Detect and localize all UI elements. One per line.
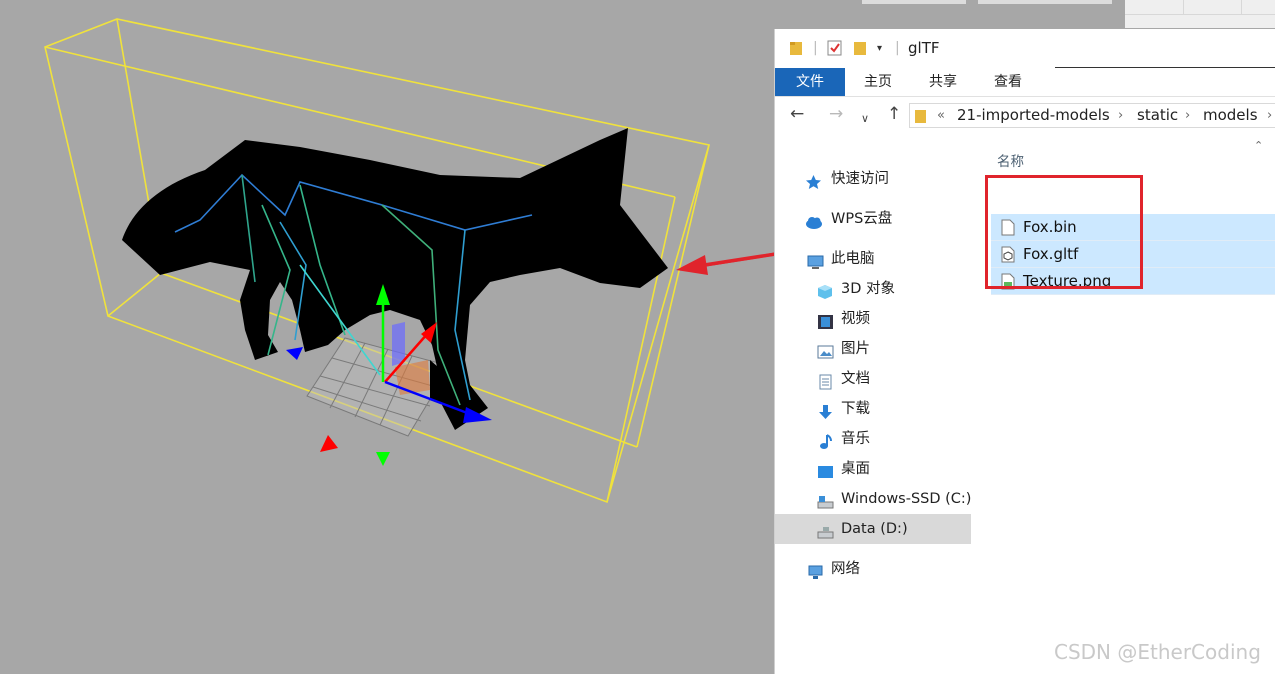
chevron-right-icon[interactable]: ›: [1185, 104, 1190, 127]
back-arrow-icon[interactable]: ←: [790, 106, 804, 123]
nav-item-wps-cloud[interactable]: WPS云盘: [775, 204, 971, 234]
star-icon: [805, 171, 822, 189]
watermark: CSDN @EtherCoding: [1054, 640, 1261, 664]
ribbon-divider: [1055, 67, 1275, 68]
chevron-right-icon[interactable]: ›: [1267, 104, 1272, 127]
address-overflow[interactable]: «: [937, 104, 945, 127]
chevron-right-icon[interactable]: ›: [1118, 104, 1123, 127]
navigation-bar: ← → ∨ ↑ « 21-imported-models › static › …: [775, 98, 1275, 132]
music-icon: [817, 431, 834, 449]
nav-item-network[interactable]: 网络: [775, 554, 971, 584]
separator: |: [813, 40, 818, 56]
nav-item-music[interactable]: 音乐: [775, 424, 971, 454]
tab-home[interactable]: 主页: [845, 68, 911, 96]
tab-file[interactable]: 文件: [775, 68, 845, 96]
nav-item-downloads[interactable]: 下载: [775, 394, 971, 424]
chevron-up-icon[interactable]: ⌃: [1254, 139, 1263, 152]
nav-item-drive-d[interactable]: Data (D:): [775, 514, 971, 544]
breadcrumb-static[interactable]: static: [1137, 104, 1178, 127]
nav-item-3d-objects[interactable]: 3D 对象: [775, 274, 971, 304]
top-bar-segment: [862, 0, 966, 4]
nav-item-videos[interactable]: 视频: [775, 304, 971, 334]
cloud-icon: [805, 211, 822, 229]
download-icon: [817, 401, 834, 419]
top-right-panel: [1125, 0, 1275, 28]
file-explorer-window: | ▾ | glTF 文件 主页 共享 查看 ← → ∨ ↑ « 21-impo…: [774, 29, 1275, 674]
top-bar-segment: [978, 0, 1112, 4]
drive-icon: [817, 491, 834, 509]
computer-icon: [807, 251, 824, 269]
window-title: glTF: [908, 39, 940, 57]
column-header-name[interactable]: 名称: [997, 150, 1024, 170]
cube-icon: [817, 281, 834, 299]
3d-viewport[interactable]: [0, 0, 774, 674]
address-bar[interactable]: « 21-imported-models › static › models ›: [909, 103, 1275, 128]
nav-item-quick-access[interactable]: 快速访问: [775, 164, 971, 194]
picture-icon: [817, 341, 834, 359]
highlight-box: [985, 175, 1143, 289]
separator: |: [895, 40, 900, 56]
drive-icon: [817, 521, 834, 539]
ribbon-tabs: 文件 主页 共享 查看: [775, 68, 1275, 97]
customize-toolbar-icon[interactable]: ▾: [877, 43, 882, 54]
video-icon: [817, 311, 834, 329]
document-icon: [817, 371, 834, 390]
folder-icon: [789, 40, 803, 60]
properties-icon[interactable]: [827, 40, 843, 60]
up-arrow-icon[interactable]: ↑: [887, 106, 901, 123]
tab-share[interactable]: 共享: [911, 68, 975, 96]
desktop-icon: [817, 461, 834, 478]
nav-item-pictures[interactable]: 图片: [775, 334, 971, 364]
recent-dropdown-icon[interactable]: ∨: [861, 110, 869, 127]
title-bar: | ▾ | glTF: [775, 29, 1275, 67]
forward-arrow-icon[interactable]: →: [829, 106, 843, 123]
new-folder-icon[interactable]: [853, 40, 867, 60]
nav-item-documents[interactable]: 文档: [775, 364, 971, 394]
nav-item-desktop[interactable]: 桌面: [775, 454, 971, 484]
folder-icon: [915, 108, 927, 127]
nav-item-drive-c[interactable]: Windows-SSD (C:): [775, 484, 971, 514]
nav-item-this-pc[interactable]: 此电脑: [775, 244, 971, 274]
navigation-pane: 快速访问 WPS云盘 此电脑 3D 对象 视频 图片 文档 下载 音乐 桌面 W…: [775, 132, 971, 674]
network-icon: [807, 561, 824, 579]
breadcrumb-21-imported-models[interactable]: 21-imported-models: [957, 104, 1110, 127]
tab-view[interactable]: 查看: [975, 68, 1041, 96]
breadcrumb-models[interactable]: models: [1203, 104, 1258, 127]
annotation-arrow: [699, 252, 774, 268]
